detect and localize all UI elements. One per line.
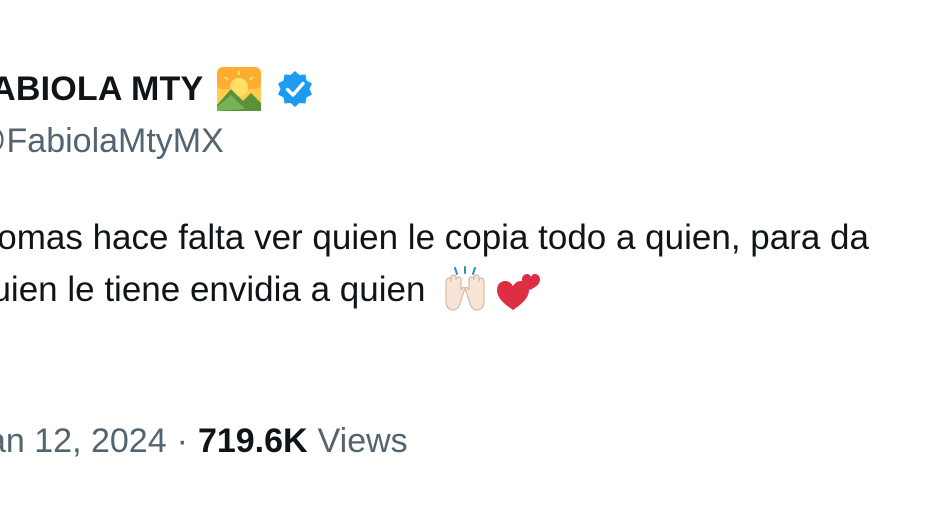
tweet-text-line-2-row: quien le tiene envidia a quien (0, 264, 869, 316)
two-hearts-icon (495, 266, 543, 314)
raising-hands-icon (441, 266, 489, 314)
tweet-card: FABIOLA MTY (0, 0, 928, 522)
tweet-text-line-2: quien le tiene envidia a quien (0, 270, 426, 309)
views-label: Views (317, 422, 408, 460)
views-count: 719.6K (197, 422, 308, 460)
tweet-text: Nomas hace falta ver quien le copia todo… (0, 212, 869, 316)
verified-badge-icon[interactable] (275, 69, 315, 109)
sunrise-over-mountains-icon (215, 65, 263, 113)
author-handle[interactable]: @FabiolaMtyMX (0, 122, 315, 161)
tweet-text-line-1: Nomas hace falta ver quien le copia todo… (0, 218, 869, 257)
tweet-header: FABIOLA MTY (0, 62, 315, 172)
author-display-name[interactable]: FABIOLA MTY (0, 70, 203, 109)
author-name-row: FABIOLA MTY (0, 62, 315, 116)
meta-separator: · (176, 422, 188, 460)
tweet-date[interactable]: Jan 12, 2024 (0, 422, 167, 461)
tweet-meta: Jan 12, 2024 · 719.6K Views (0, 422, 408, 461)
